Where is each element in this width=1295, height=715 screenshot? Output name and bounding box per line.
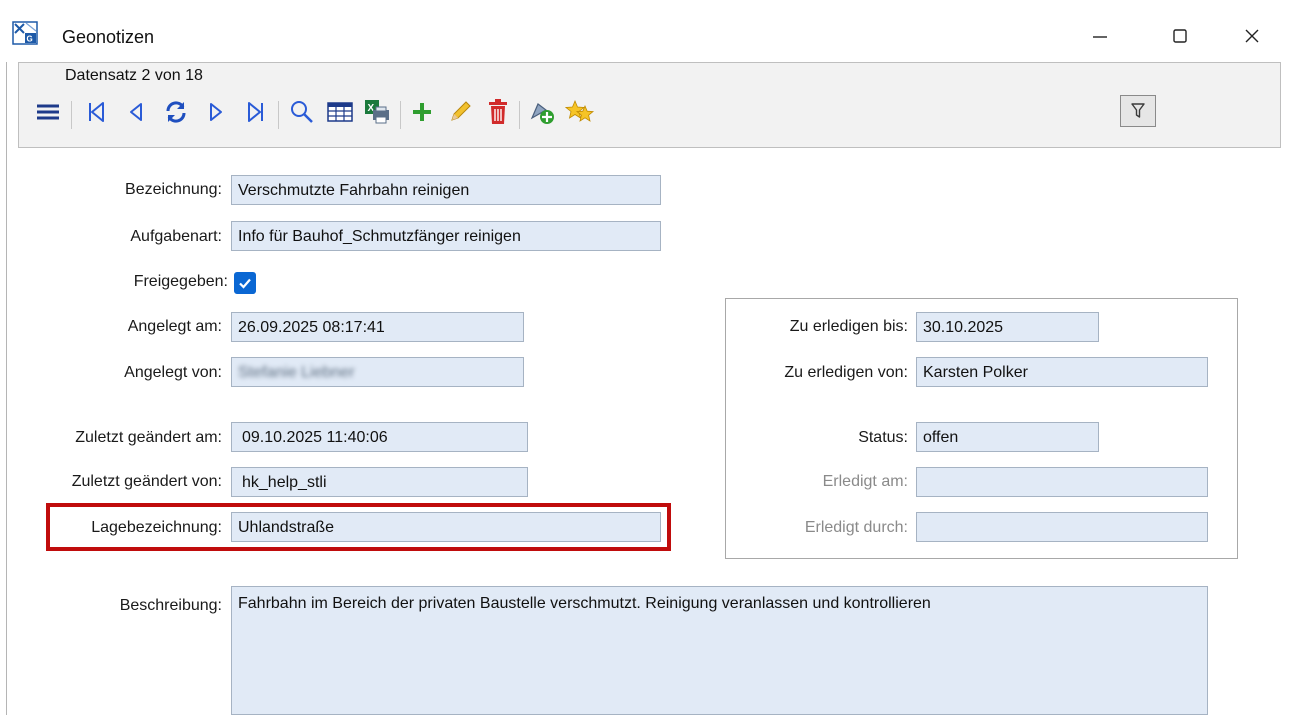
close-icon: [1245, 29, 1259, 43]
filter-button[interactable]: [1120, 95, 1156, 127]
zu-erledigen-von-field[interactable]: Karsten Polker: [916, 357, 1208, 387]
navigation-toolbar: Datensatz 2 von 18 X: [18, 62, 1281, 148]
zuletzt-geaendert-von-label: Zuletzt geändert von:: [71, 473, 222, 490]
table-view-button[interactable]: [323, 95, 357, 129]
record-info: Datensatz 2 von 18: [65, 67, 203, 84]
add-geometry-icon: [530, 103, 554, 124]
geonotizen-app-icon: G: [12, 21, 38, 45]
angelegt-von-label: Angelegt von:: [124, 364, 222, 381]
delete-record-button[interactable]: [481, 95, 515, 129]
bezeichnung-label: Bezeichnung:: [125, 181, 222, 198]
minimize-icon: [1093, 36, 1107, 38]
refresh-button[interactable]: [159, 95, 193, 129]
window-title: Geonotizen: [62, 27, 155, 47]
angelegt-am-label: Angelegt am:: [127, 318, 222, 335]
excel-export-icon: X: [365, 100, 389, 124]
zuletzt-geaendert-am-label: Zuletzt geändert am:: [75, 429, 222, 446]
aufgabenart-label: Aufgabenart:: [130, 228, 222, 245]
erledigt-am-field[interactable]: [916, 467, 1208, 497]
beschreibung-textarea[interactable]: Fahrbahn im Bereich der privaten Baustel…: [231, 586, 1208, 715]
toolbar-separator: [278, 101, 279, 129]
svg-text:G: G: [27, 35, 33, 44]
erledigt-durch-field[interactable]: [916, 512, 1208, 542]
close-button[interactable]: [1222, 14, 1282, 58]
add-icon: [413, 103, 431, 121]
favorites-button[interactable]: [563, 95, 597, 129]
bezeichnung-field[interactable]: Verschmutzte Fahrbahn reinigen: [231, 175, 661, 205]
lagebezeichnung-label: Lagebezeichnung:: [91, 519, 222, 536]
menu-icon: [37, 104, 59, 120]
next-record-icon: [210, 103, 222, 121]
erledigt-durch-label: Erledigt durch:: [804, 519, 908, 536]
freigegeben-checkbox[interactable]: [234, 272, 256, 294]
last-record-button[interactable]: [239, 95, 273, 129]
zuletzt-geaendert-am-field[interactable]: 09.10.2025 11:40:06: [231, 422, 528, 452]
beschreibung-label: Beschreibung:: [119, 597, 222, 614]
next-record-button[interactable]: [199, 95, 233, 129]
maximize-icon: [1173, 29, 1187, 43]
zu-erledigen-von-label: Zu erledigen von:: [784, 364, 908, 381]
previous-record-button[interactable]: [119, 95, 153, 129]
aufgabenart-field[interactable]: Info für Bauhof_Schmutzfänger reinigen: [231, 221, 661, 251]
zu-erledigen-bis-field[interactable]: 30.10.2025: [916, 312, 1099, 342]
checkmark-icon: [239, 278, 251, 289]
toolbar-separator: [71, 101, 72, 129]
first-record-button[interactable]: [79, 95, 113, 129]
toolbar-separator: [519, 101, 520, 129]
filter-icon: [1131, 103, 1145, 118]
excel-export-button[interactable]: X: [361, 95, 395, 129]
geonotizen-window: G Geonotizen Datensatz 2 von 18 X Bezeic…: [0, 0, 1295, 715]
status-field[interactable]: offen: [916, 422, 1099, 452]
angelegt-von-value-blurred: Stefanie Liebner: [238, 364, 355, 381]
zu-erledigen-bis-label: Zu erledigen bis:: [789, 318, 908, 335]
freigegeben-label: Freigegeben:: [133, 273, 228, 290]
first-record-icon: [89, 102, 104, 122]
status-label: Status:: [858, 429, 908, 446]
add-record-button[interactable]: [405, 95, 439, 129]
add-geometry-button[interactable]: [525, 95, 559, 129]
delete-icon: [489, 99, 507, 124]
search-button[interactable]: [285, 95, 319, 129]
last-record-icon: [248, 102, 263, 122]
title-bar: G Geonotizen: [0, 0, 1295, 62]
maximize-button[interactable]: [1150, 14, 1210, 58]
zuletzt-geaendert-von-field[interactable]: hk_help_stli: [231, 467, 528, 497]
menu-button[interactable]: [31, 95, 65, 129]
previous-record-icon: [130, 103, 142, 121]
window-frame-left: [6, 62, 7, 715]
favorites-icon: [565, 99, 595, 122]
minimize-button[interactable]: [1070, 14, 1130, 58]
search-icon: [291, 101, 313, 123]
table-icon: [327, 102, 353, 122]
edit-icon: [451, 101, 471, 121]
erledigt-am-label: Erledigt am:: [822, 473, 908, 490]
lagebezeichnung-field[interactable]: Uhlandstraße: [231, 512, 661, 542]
angelegt-am-field[interactable]: 26.09.2025 08:17:41: [231, 312, 524, 342]
refresh-icon: [166, 101, 186, 123]
toolbar-separator: [400, 101, 401, 129]
angelegt-von-field[interactable]: Stefanie Liebner: [231, 357, 524, 387]
edit-record-button[interactable]: [443, 95, 477, 129]
